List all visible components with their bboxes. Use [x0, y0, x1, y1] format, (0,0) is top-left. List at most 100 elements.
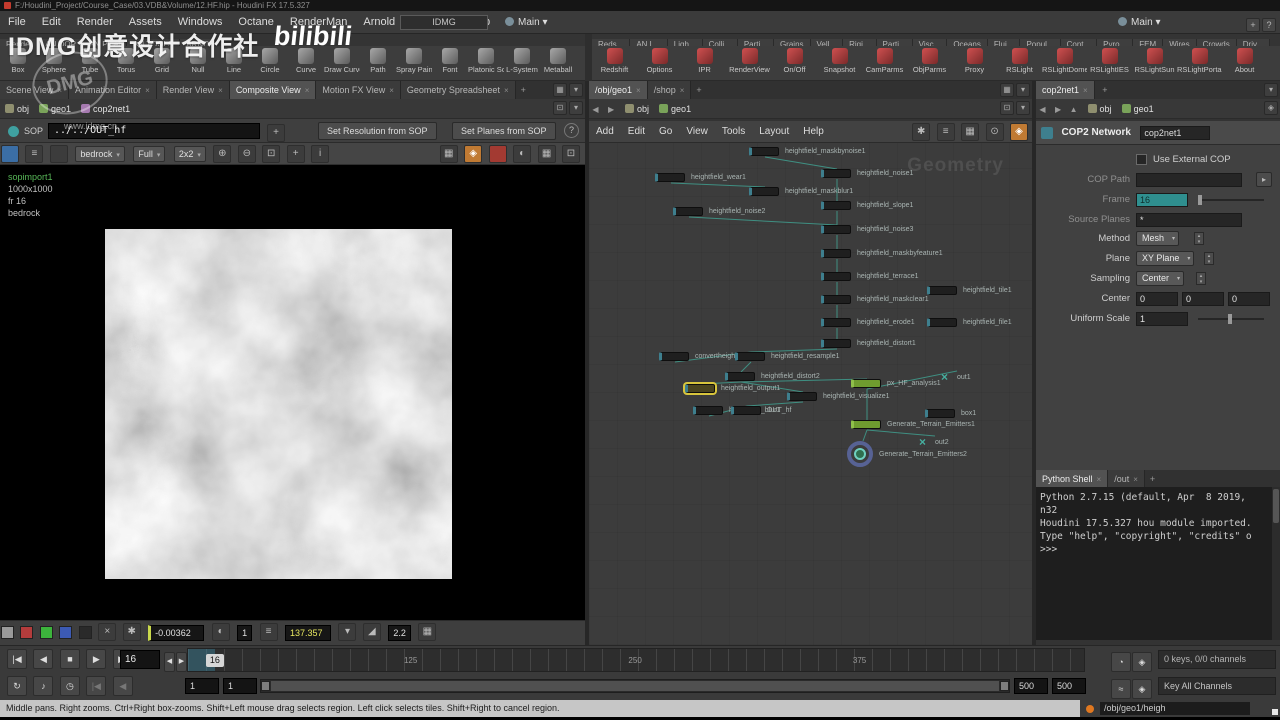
net-menu-help[interactable]: Help	[796, 121, 831, 143]
net-menu-go[interactable]: Go	[652, 121, 679, 143]
network-node-px_HF_analysis1[interactable]: px_HF_analysis1	[851, 379, 881, 388]
new-tab-button[interactable]: +	[1097, 81, 1112, 99]
menu-file[interactable]: File	[0, 11, 34, 33]
exposure-field[interactable]: -0.00362	[148, 625, 204, 641]
dropdown-icon[interactable]: ▾	[338, 623, 356, 641]
path-menu-icon[interactable]: ▾	[569, 101, 583, 115]
shelf-tool-Line[interactable]: Line	[216, 46, 252, 74]
net-menu-layout[interactable]: Layout	[752, 121, 796, 143]
network-node-heightfield_distort1[interactable]: heightfield_distort1	[821, 339, 851, 348]
shelf-tool-RSLightPortal[interactable]: RSLightPortal	[1177, 46, 1222, 74]
shelf-tab-Reds...[interactable]: Reds...	[592, 39, 630, 46]
channel-blue-button[interactable]	[59, 626, 72, 639]
shelf-tool-On/Off[interactable]: On/Off	[772, 46, 817, 74]
center-y-field[interactable]: 0	[1182, 292, 1224, 306]
shelf-tab-Render[interactable]: Render	[0, 39, 39, 46]
swatch-icon[interactable]	[50, 145, 68, 163]
network-node-heightfield_noise1[interactable]: heightfield_noise1	[821, 169, 851, 178]
shelf-tool-Box[interactable]: Box	[0, 46, 36, 74]
slider-handle[interactable]	[1198, 195, 1202, 205]
network-node-heightfield_maskbynoise1[interactable]: heightfield_maskbynoise1	[749, 147, 779, 156]
global-range-end-field[interactable]: 500	[1052, 678, 1086, 694]
shelf-tool-ObjParms[interactable]: ObjParms	[907, 46, 952, 74]
crumb-geo1[interactable]: geo1	[654, 99, 696, 119]
shelf-tool-Circle[interactable]: Circle	[252, 46, 288, 74]
shelf-tab-Cont...[interactable]: Cont...	[1061, 39, 1098, 46]
frame-slider[interactable]	[1198, 199, 1264, 201]
list-icon[interactable]: ≡	[937, 123, 955, 141]
close-icon[interactable]: ×	[680, 86, 685, 95]
shelf-tool-Sphere[interactable]: Sphere	[36, 46, 72, 74]
menu-octane[interactable]: Octane	[230, 11, 281, 33]
shelf-tool-Tube[interactable]: Tube	[72, 46, 108, 74]
network-node-out1[interactable]: ×out1	[941, 371, 948, 383]
uniform-scale-slider[interactable]	[1198, 318, 1264, 320]
close-icon[interactable]: ×	[389, 86, 394, 95]
shelf-tool-IPR[interactable]: IPR	[682, 46, 727, 74]
network-node-Generate_Terrain_Emitters1[interactable]: Generate_Terrain_Emitters1	[851, 420, 881, 429]
up-icon[interactable]: ▲	[1067, 100, 1080, 120]
layer-list-icon[interactable]: ≡	[25, 145, 43, 163]
shelf-tool-Torus[interactable]: Torus	[108, 46, 144, 74]
center-x-field[interactable]: 0	[1136, 292, 1178, 306]
stepper-icon[interactable]: ▴▾	[1204, 252, 1214, 265]
shelf-tool-L-System[interactable]: L-System	[504, 46, 540, 74]
gamma-field[interactable]: 2.2	[388, 625, 411, 641]
pane-split-icon[interactable]: ▦	[553, 83, 567, 97]
network-node-convertheightfield1[interactable]: convertheightfield1	[659, 352, 689, 361]
timeline-ruler[interactable]: 16 125250375	[187, 648, 1085, 672]
go-to-start-button[interactable]: |◀	[7, 649, 27, 669]
network-node-heightfield_tile1[interactable]: heightfield_tile1	[927, 286, 957, 295]
close-icon[interactable]: ×	[145, 86, 150, 95]
close-icon[interactable]: ×	[504, 86, 509, 95]
probe-icon[interactable]: ⊙	[986, 123, 1004, 141]
source-planes-field[interactable]: *	[1136, 213, 1242, 227]
pane-menu-icon[interactable]: ▾	[1264, 83, 1278, 97]
clear-icon[interactable]: ×	[98, 623, 116, 641]
shelf-tab-Flui...[interactable]: Flui...	[988, 39, 1021, 46]
play-button[interactable]: ▶	[86, 649, 106, 669]
shelf-tab-Crowds[interactable]: Crowds	[1197, 39, 1237, 46]
tab-Scene View[interactable]: Scene View×	[0, 81, 69, 99]
set-planes-button[interactable]: Set Planes from SOP	[452, 122, 556, 140]
pane-split-icon[interactable]: ▦	[1000, 83, 1014, 97]
menu-windows[interactable]: Windows	[170, 11, 231, 33]
stepper-icon[interactable]: ▴▾	[1194, 232, 1204, 245]
tab-Composite View[interactable]: Composite View×	[230, 81, 317, 99]
next-frame-button[interactable]: ▶	[176, 652, 187, 672]
shelf-tool-RSLightDome[interactable]: RSLightDome	[1042, 46, 1087, 74]
net-menu-add[interactable]: Add	[589, 121, 621, 143]
tab-/shop[interactable]: /shop×	[648, 81, 692, 99]
shelf-tool-Metaball[interactable]: Metaball	[540, 46, 576, 74]
channel-alpha-button[interactable]	[79, 626, 92, 639]
levels-icon[interactable]: ≡	[260, 623, 278, 641]
network-node-out2[interactable]: ×out2	[919, 436, 926, 448]
tab-/obj/geo1[interactable]: /obj/geo1×	[589, 81, 648, 99]
shelf-tab-ARNO[interactable]: ARNO	[180, 39, 216, 46]
composite-viewport[interactable]: sopimport11000x1000fr 16bedrock	[0, 165, 585, 620]
idmg-toolbar-button[interactable]: IDMG	[400, 15, 488, 30]
view-mode-icon[interactable]	[1, 145, 19, 163]
status-node-path-field[interactable]: /obj/geo1/heigh	[1100, 702, 1250, 715]
new-tab-button[interactable]: +	[691, 81, 706, 99]
shelf-tab-AN TOOLS[interactable]: AN TOOLS	[127, 39, 180, 46]
realtime-icon[interactable]: ◷	[60, 676, 80, 696]
network-node-heightfield_visualize1[interactable]: heightfield_visualize1	[787, 392, 817, 401]
stepper-icon[interactable]: ▴▾	[1196, 272, 1206, 285]
menu-render[interactable]: Render	[69, 11, 121, 33]
playback-options-icon[interactable]: ◔	[1111, 652, 1131, 672]
plane-dropdown[interactable]: bedrock▾	[75, 146, 125, 162]
shelf-tab-Rigi...[interactable]: Rigi...	[843, 39, 876, 46]
zoom-out-icon[interactable]: ⊖	[238, 145, 256, 163]
grid-icon[interactable]: ▦	[440, 145, 458, 163]
loop-icon[interactable]: ↻	[7, 676, 27, 696]
shelf-tool-RenderView[interactable]: RenderView	[727, 46, 772, 74]
close-icon[interactable]: ×	[1097, 475, 1102, 484]
shelf-tool-Curve[interactable]: Curve	[288, 46, 324, 74]
shelf-tab-AN Pipel[interactable]: AN Pipel	[83, 39, 127, 46]
tools-icon[interactable]: ✱	[912, 123, 930, 141]
shelf-tool-Null[interactable]: Null	[180, 46, 216, 74]
network-node-OUT_hf[interactable]: OUT_hf	[731, 406, 761, 415]
close-icon[interactable]: ×	[305, 86, 310, 95]
menu-edit[interactable]: Edit	[34, 11, 69, 33]
